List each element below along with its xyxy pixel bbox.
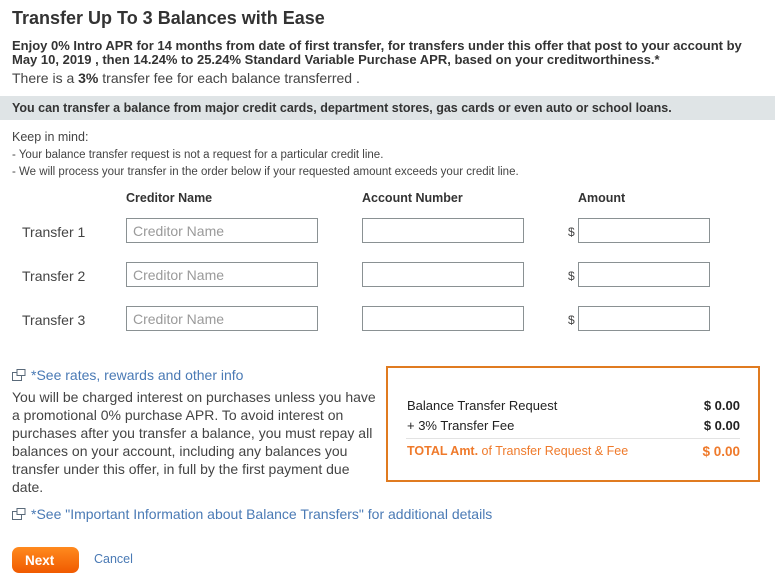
transfer-1-creditor-input[interactable] [126,218,318,243]
transfer-1-label: Transfer 1 [22,224,86,240]
interest-disclaimer: You will be charged interest on purchase… [12,389,376,495]
important-info-link[interactable]: *See "Important Information about Balanc… [12,506,492,522]
summary-fee-row: + 3% Transfer Fee $ 0.00 [407,418,740,433]
fee-notice: There is a 3% transfer fee for each bala… [12,70,360,86]
transfer-1-amount-input[interactable] [578,218,710,243]
external-window-icon [12,507,26,520]
summary-request-row: Balance Transfer Request $ 0.00 [407,398,740,413]
currency-symbol: $ [568,269,575,283]
summary-fee-label: + 3% Transfer Fee [407,418,515,433]
transfer-3-creditor-input[interactable] [126,306,318,331]
transfer-3-account-input[interactable] [362,306,524,331]
external-window-icon [12,368,26,381]
summary-divider [406,438,740,439]
summary-total-value: $ 0.00 [702,444,740,459]
transfer-2-amount-input[interactable] [578,262,710,287]
transfer-3-label: Transfer 3 [22,312,86,328]
important-info-link-text[interactable]: *See "Important Information about Balanc… [31,506,492,522]
transfer-2-account-input[interactable] [362,262,524,287]
transfer-2-creditor-input[interactable] [126,262,318,287]
offer-terms: Enjoy 0% Intro APR for 14 months from da… [12,39,772,67]
transfer-2-label: Transfer 2 [22,268,86,284]
column-header-account: Account Number [362,191,463,205]
fee-suffix: transfer fee for each balance transferre… [98,70,360,86]
column-header-creditor: Creditor Name [126,191,213,205]
summary-total-label-rest: of Transfer Request & Fee [478,444,629,458]
currency-symbol: $ [568,225,575,239]
transfer-summary-box: Balance Transfer Request $ 0.00 + 3% Tra… [386,366,760,482]
next-button[interactable]: Next [12,547,79,573]
keep-in-mind-item: - We will process your transfer in the o… [12,166,519,178]
page-title: Transfer Up To 3 Balances with Ease [12,8,325,28]
transfer-3-amount-input[interactable] [578,306,710,331]
keep-in-mind-item: - Your balance transfer request is not a… [12,149,384,161]
summary-total-label-bold: TOTAL Amt. [407,444,479,458]
info-banner-text: You can transfer a balance from major cr… [12,101,672,115]
summary-request-value: $ 0.00 [703,398,740,413]
keep-in-mind-heading: Keep in mind: [12,130,89,144]
currency-symbol: $ [568,313,575,327]
fee-percent: 3% [78,70,99,86]
summary-request-label: Balance Transfer Request [407,398,558,413]
summary-total-label: TOTAL Amt. of Transfer Request & Fee [407,444,628,458]
column-header-amount: Amount [578,191,626,205]
rates-link[interactable]: *See rates, rewards and other info [12,367,243,383]
offer-line-1: Enjoy 0% Intro APR for 14 months from da… [12,38,742,53]
info-banner: You can transfer a balance from major cr… [0,96,775,120]
summary-fee-value: $ 0.00 [703,418,740,433]
summary-total-row: TOTAL Amt. of Transfer Request & Fee $ 0… [407,444,740,459]
transfer-1-account-input[interactable] [362,218,524,243]
cancel-link[interactable]: Cancel [94,552,133,566]
fee-prefix: There is a [12,70,79,86]
offer-line-2: May 10, 2019 , then 14.24% to 25.24% Sta… [12,52,660,67]
rates-link-text[interactable]: *See rates, rewards and other info [31,367,243,383]
